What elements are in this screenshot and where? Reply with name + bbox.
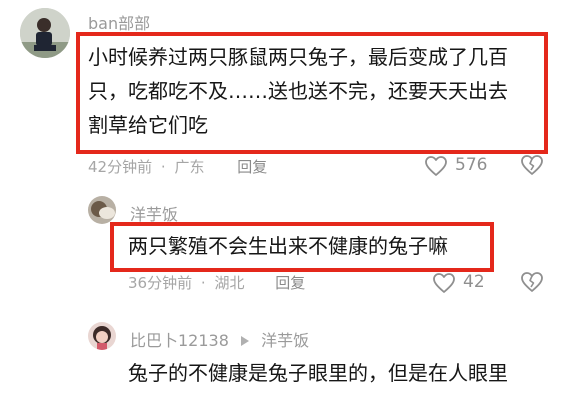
comment-location: 广东	[174, 158, 205, 176]
comment-text-line: 只，吃都吃不及……送也送不完，还要天天出去	[88, 79, 508, 103]
avatar-image	[88, 322, 116, 350]
broken-heart-icon	[521, 155, 543, 175]
comment-text: 兔子的不健康是兔子眼里的，但是在人眼里	[128, 361, 508, 385]
comment-meta: 42分钟前 · 广东 回复	[88, 156, 267, 177]
comment-meta: 36分钟前 · 湖北 回复	[128, 272, 305, 293]
like-button[interactable]: 576	[424, 153, 494, 177]
avatar[interactable]	[88, 322, 116, 350]
reply-target-name[interactable]: 洋芋饭	[261, 331, 309, 350]
heart-icon	[433, 273, 455, 293]
commenter-name[interactable]: 比巴卜12138	[130, 331, 229, 350]
comment-location: 湖北	[214, 274, 245, 292]
comment-text: 小时候养过两只豚鼠两只兔子，最后变成了几百 只，吃都吃不及……送也送不完，还要天…	[88, 40, 544, 142]
avatar-image	[88, 196, 116, 224]
comment-text-line: 小时候养过两只豚鼠两只兔子，最后变成了几百	[88, 45, 508, 69]
avatar[interactable]	[20, 8, 70, 58]
like-count: 42	[463, 272, 485, 292]
comment-time: 42分钟前	[88, 158, 153, 176]
reply-button[interactable]: 回复	[275, 274, 305, 292]
comment-text-line: 割草给它们吃	[88, 113, 208, 137]
like-button[interactable]: 42	[432, 270, 496, 294]
dislike-button[interactable]	[520, 271, 544, 295]
comment-time: 36分钟前	[128, 274, 193, 292]
separator: ·	[160, 158, 166, 176]
heart-icon	[425, 156, 447, 176]
like-count: 576	[455, 155, 488, 175]
comment-username: 比巴卜12138 洋芋饭	[130, 327, 309, 351]
separator: ·	[200, 274, 206, 292]
avatar-image	[20, 8, 70, 58]
comment-username[interactable]: ban部部	[88, 10, 150, 34]
broken-heart-icon	[521, 272, 543, 292]
comment-text: 两只繁殖不会生出来不健康的兔子嘛	[128, 234, 448, 258]
reply-button[interactable]: 回复	[237, 158, 267, 176]
triangle-right-icon	[241, 335, 249, 346]
avatar[interactable]	[88, 196, 116, 224]
dislike-button[interactable]	[520, 154, 544, 178]
